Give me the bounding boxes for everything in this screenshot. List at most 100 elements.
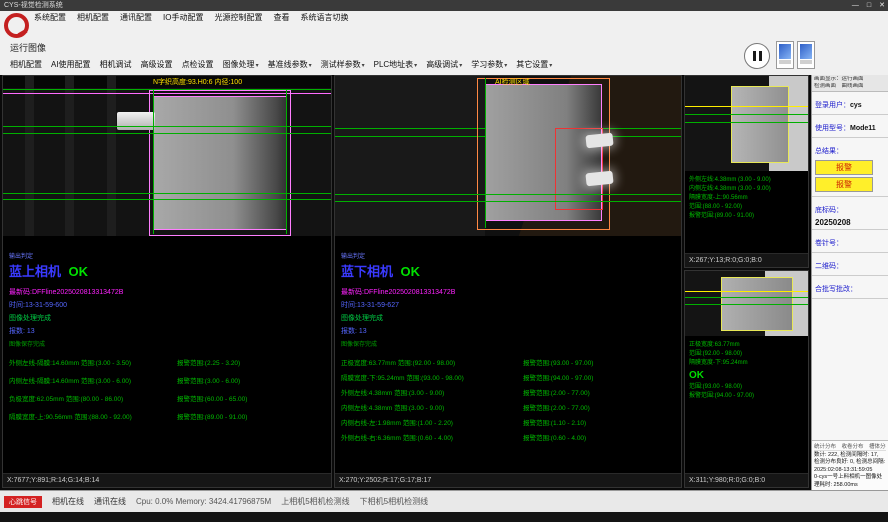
measurement-row: 内侧左线-隔膜:14.60mm 范围:(3.00 - 6.00)报警范围:(3.… [9,375,329,386]
upper-camera-line-label: 上相机5相机检测线 [281,496,349,507]
guide-line [3,126,331,127]
guide-line [685,291,808,292]
toolbar-item-image-processing[interactable]: 图像处理▾ [223,59,259,70]
overlay-measure-text: N字织高度:93.H0:6 内径:100 [153,77,242,87]
guide-line [3,199,331,200]
title-bar: CYS-视觉检测系统 — □ ✕ [0,0,888,11]
maximize-icon[interactable]: □ [867,0,871,11]
camera-view-lower[interactable]: AI检测区域 输出判定 蓝下相机 OK 最新码:DFFline202502081… [334,75,682,488]
toolbar-item-spot-check[interactable]: 点检设置 [182,59,214,70]
camera-image-lower[interactable]: AI检测区域 [335,76,681,236]
guide-line [485,78,486,228]
camera-image-upper[interactable]: N字织高度:93.H0:6 内径:100 [3,76,331,236]
measurement-row: 外侧左线:4.38mm 范围:(3.00 - 9.00)报警范围:(2.00 -… [341,387,679,398]
header-band: 系统配置 相机配置 通讯配置 IO手动配置 光源控制配置 查看 系统语言切换 运… [0,11,888,76]
app-logo [4,13,29,38]
guide-line [335,201,681,202]
measurement-row: 正极宽度:63.77mm 范围:(92.00 - 98.00)报警范围:(93.… [341,357,679,368]
guide-line [685,297,808,298]
guide-line [685,114,808,115]
time-text: 时间:13-31-59-627 [341,300,679,310]
pause-icon [753,51,756,61]
pixel-coords-readout: X:270;Y:2502;R:17;G:17;B:17 [335,473,681,487]
stats-block: 统计分布 收卷分布 槽体分布 数计: 222, 检测间隔时: 17, 检测分布良… [812,440,888,491]
measurement-row: 隔膜宽度-上:90.56mm 范围:(88.00 - 92.00)报警范围:(8… [9,411,329,422]
field-login-user: 登录用户：cys [812,92,888,115]
info-panel: 画面显示：运行画面 检测画面 曲线画面 登录用户：cys 使用型号：Mode11… [811,75,888,490]
tab-run-image[interactable]: 运行图像 [10,41,46,54]
chevron-down-icon: ▾ [256,63,259,69]
measurement-row: 外侧右线-右:6.36mm 范围:(0.60 - 4.00)报警范围:(0.60… [341,432,679,443]
minimize-icon[interactable]: — [852,0,859,11]
menu-item-language-switch[interactable]: 系统语言切换 [300,11,348,24]
camera-view-side-top[interactable]: 外侧左线:4.38mm (3.00 - 9.00) 内侧左线:4.38mm (3… [684,75,809,268]
toolbar-item-test-sample-params[interactable]: 测试样参数▾ [321,59,365,70]
barcode-text: 最新码:DFFline2025020813313472B [9,287,329,297]
menu-item-view[interactable]: 查看 [273,11,289,24]
toolbar-item-advanced-debug[interactable]: 高级调试▾ [426,59,462,70]
camera-image-side-bottom[interactable] [685,271,808,336]
guide-line [3,193,331,194]
camera-result-title: 蓝下相机 OK [341,261,679,281]
process-status: 图像处理完成 [341,313,679,323]
status-bar: 心跳信号 相机在线 通讯在线 Cpu: 0.0% Memory: 3424.41… [0,490,888,512]
menu-bar: 系统配置 相机配置 通讯配置 IO手动配置 光源控制配置 查看 系统语言切换 [34,11,348,24]
field-qr-code: 二维码： [812,253,888,276]
overlay-ai-label: AI检测区域 [495,77,530,87]
toolbar-item-camera-debug[interactable]: 相机调试 [100,59,132,70]
chevron-down-icon: ▾ [549,63,552,69]
stats-header[interactable]: 统计分布 收卷分布 槽体分布 [814,442,886,451]
result-panel-lower: 输出判定 蓝下相机 OK 最新码:DFFline2025020813313472… [341,251,679,447]
toolbar-item-ai-use-config[interactable]: AI使用配置 [51,59,91,70]
camera-thumbnail-icon [779,44,791,59]
camera-image-side-top[interactable] [685,76,808,171]
measurement-row: 内侧左线:4.38mm 范围:(3.00 - 9.00)报警范围:(2.00 -… [341,402,679,413]
lower-camera-line-label: 下相机5相机检测线 [360,496,428,507]
window-bottom-edge [0,512,888,522]
display-mode-strip[interactable]: 画面显示：运行画面 检测画面 曲线画面 [812,75,888,92]
toolbar-item-learning-params[interactable]: 学习参数▾ [471,59,507,70]
image-view-button-2[interactable] [797,41,815,69]
background-texture [65,76,74,236]
judge-label: 输出判定 [9,251,329,260]
measurement-row: 隔膜宽度-下:95.24mm 范围:(93.00 - 98.00)报警范围:(9… [341,372,679,383]
guide-line [685,304,808,305]
camera-view-side-bottom[interactable]: 正极宽度:63.77mm 范围:(92.00 - 98.00) 隔膜宽度-下:9… [684,270,809,488]
pixel-coords-readout: X:267;Y:13;R:0;G:0;B:0 [685,253,808,267]
field-needle-no: 卷针号： [812,230,888,253]
count-text: 报数: 13 [9,326,329,336]
background-texture [335,76,485,236]
field-base-code: 底标码： 20250208 [812,197,888,230]
toolbar-item-advanced-settings[interactable]: 高级设置 [141,59,173,70]
guide-line [286,90,287,234]
result-alarm-box: 报警 [815,160,873,175]
side-measure-lines: 外侧左线:4.38mm (3.00 - 9.00) 内侧左线:4.38mm (3… [689,176,806,221]
close-icon[interactable]: ✕ [879,0,885,11]
toolbar-item-baseline-params[interactable]: 基准线参数▾ [268,59,312,70]
camera-result-title: 蓝上相机 OK [9,261,329,281]
menu-item-system-config[interactable]: 系统配置 [34,11,66,24]
menu-item-camera-config[interactable]: 相机配置 [77,11,109,24]
menu-item-light-control-config[interactable]: 光源控制配置 [214,11,262,24]
camera-view-upper[interactable]: N字织高度:93.H0:6 内径:100 输出判定 蓝上相机 OK 最新码:DF… [2,75,332,488]
image-view-button-1[interactable] [776,41,794,69]
pause-button[interactable] [744,43,770,69]
guide-line [3,133,331,134]
heartbeat-indicator: 心跳信号 [4,496,42,508]
chevron-down-icon: ▾ [309,63,312,69]
side-measure-lines: 正极宽度:63.77mm 范围:(92.00 - 98.00) 隔膜宽度-下:9… [689,341,806,401]
background-texture [107,76,116,236]
menu-item-comm-config[interactable]: 通讯配置 [120,11,152,24]
toolbar: 相机配置 AI使用配置 相机调试 高级设置 点检设置 图像处理▾ 基准线参数▾ … [10,57,552,72]
toolbar-item-other-settings[interactable]: 其它设置▾ [516,59,552,70]
measurement-row: 内侧右线-左:1.98mm 范围:(1.00 - 2.20)报警范围:(1.10… [341,417,679,428]
field-batch-edit: 合批写批改： [812,276,888,299]
comm-online-status: 通讯在线 [94,496,126,507]
judge-label: 输出判定 [341,251,679,260]
guide-line [153,90,154,234]
toolbar-item-plc-address-table[interactable]: PLC地址表▾ [374,59,418,70]
result-ok-badge: OK [400,264,420,279]
toolbar-item-camera-config[interactable]: 相机配置 [10,59,42,70]
guide-line [685,106,808,107]
menu-item-io-manual-config[interactable]: IO手动配置 [163,11,203,24]
